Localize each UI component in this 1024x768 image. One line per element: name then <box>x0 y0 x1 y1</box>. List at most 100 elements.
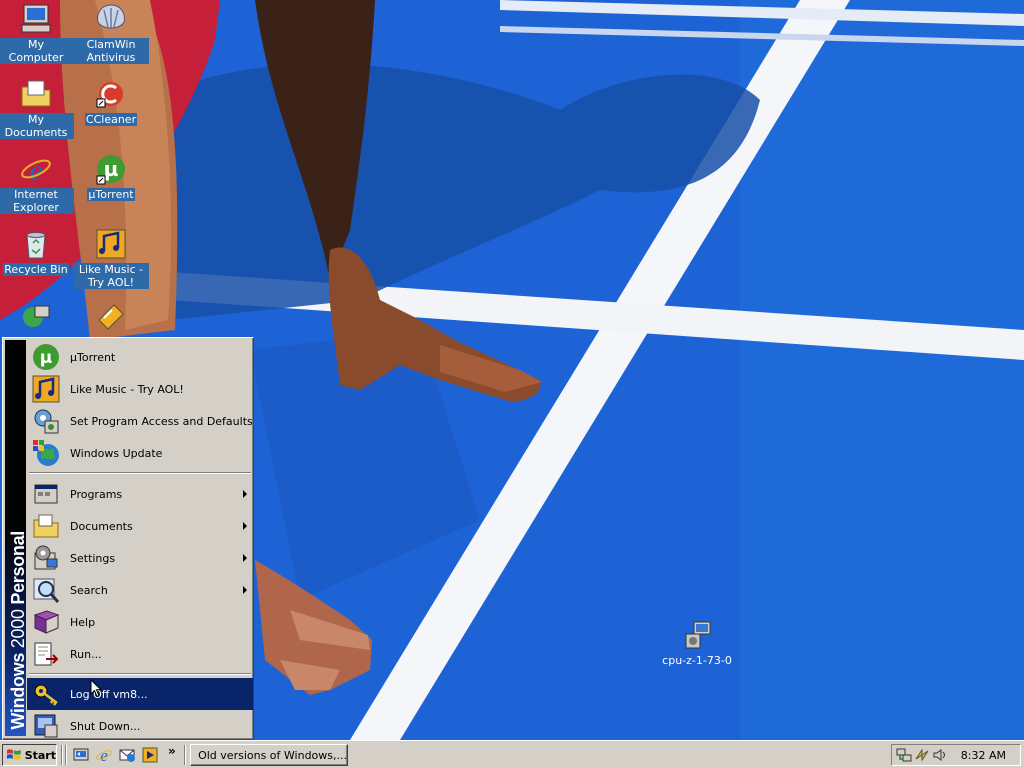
task-button-label: Old versions of Windows,... <box>198 748 347 762</box>
windows-logo-icon <box>6 749 21 760</box>
log-off-key-icon <box>34 684 58 706</box>
desktop-icon-label: Like Music - Try AOL! <box>73 263 149 289</box>
desktop-icon-cpu-z[interactable]: cpu-z-1-73-0 <box>659 618 735 667</box>
my-documents-icon <box>21 80 51 107</box>
svg-text:µ: µ <box>40 348 53 368</box>
start-item-label: Run... <box>70 647 102 661</box>
start-item-documents[interactable]: Documents <box>27 510 253 542</box>
show-desktop-icon[interactable] <box>72 746 90 764</box>
network-places-icon <box>23 305 50 327</box>
aol-music-icon <box>32 375 60 403</box>
internet-explorer-icon[interactable]: e <box>95 746 113 764</box>
my-computer-icon <box>21 4 51 33</box>
svg-text:µ: µ <box>104 157 119 181</box>
taskbar-separator <box>61 745 63 765</box>
start-button[interactable]: Start <box>2 744 57 766</box>
desktop-icon-ccleaner[interactable]: CCleaner <box>73 77 149 126</box>
system-clock[interactable]: 8:32 AM <box>961 749 1006 762</box>
search-icon <box>33 578 60 603</box>
start-item-program-defaults[interactable]: Set Program Access and Defaults <box>27 405 253 437</box>
aol-music-icon <box>96 229 126 259</box>
media-player-icon[interactable] <box>141 746 159 764</box>
banner-version: 2000 <box>8 609 28 649</box>
start-item-windows-update[interactable]: Windows Update <box>27 437 253 469</box>
network-icon[interactable] <box>896 747 912 763</box>
start-item-settings[interactable]: Settings <box>27 542 253 574</box>
desktop-icon-label: Internet Explorer <box>0 188 74 214</box>
desktop-icon-label: ClamWin Antivirus <box>73 38 149 64</box>
internet-explorer-icon: e <box>21 154 51 186</box>
menu-separator <box>29 472 251 474</box>
taskbar: Start e » Old versions of Windows,... 8:… <box>0 740 1024 768</box>
run-icon <box>34 642 59 666</box>
start-menu-banner: Windows 2000 Personal <box>5 340 28 736</box>
start-item-shut-down[interactable]: Shut Down... <box>27 710 253 742</box>
desktop-icon-network[interactable] <box>0 300 74 336</box>
start-item-label: Help <box>70 615 96 629</box>
svg-text:e: e <box>29 154 42 186</box>
start-item-label: Search <box>70 583 108 597</box>
recycle-bin-icon <box>26 232 46 259</box>
task-button-opera[interactable]: Old versions of Windows,... <box>190 744 348 766</box>
start-item-search[interactable]: Search <box>27 574 253 606</box>
taskbar-separator <box>65 745 67 765</box>
start-item-utorrent[interactable]: µ µTorrent <box>27 341 253 373</box>
start-item-label: Documents <box>70 519 133 533</box>
start-item-label: Shut Down... <box>70 719 141 733</box>
shortcut-icon <box>98 304 124 330</box>
desktop-icon-my-computer[interactable]: My Computer <box>0 2 74 64</box>
programs-icon <box>34 484 58 504</box>
desktop-icon-label: My Documents <box>0 113 74 139</box>
desktop-icon-utorrent[interactable]: µ µTorrent <box>73 152 149 201</box>
submenu-arrow-icon <box>243 490 247 498</box>
taskbar-separator <box>184 745 186 765</box>
banner-edition: Personal <box>8 531 28 606</box>
submenu-arrow-icon <box>243 586 247 594</box>
menu-separator <box>29 673 251 675</box>
mouse-cursor-icon <box>90 679 103 698</box>
program-defaults-icon <box>34 409 59 434</box>
settings-icon <box>34 545 58 570</box>
desktop-icon-label: My Computer <box>0 38 74 64</box>
outlook-express-icon[interactable] <box>118 746 136 764</box>
start-item-label: Log Off vm8... <box>70 687 148 701</box>
start-item-aol-music[interactable]: Like Music - Try AOL! <box>27 373 253 405</box>
start-item-label: Set Program Access and Defaults <box>70 414 253 428</box>
desktop-icon-clamwin[interactable]: ClamWin Antivirus <box>73 2 149 64</box>
start-button-label: Start <box>24 748 56 762</box>
help-book-icon <box>33 610 60 634</box>
shut-down-icon <box>34 714 58 738</box>
utorrent-icon: µ <box>96 155 125 185</box>
submenu-arrow-icon <box>243 522 247 530</box>
start-menu: Windows 2000 Personal µ µTorrent Like Mu… <box>2 337 254 740</box>
desktop-icon-hidden-shortcut[interactable] <box>73 300 149 336</box>
start-item-label: Programs <box>70 487 123 501</box>
start-item-help[interactable]: Help <box>27 606 253 638</box>
desktop-icon-internet-explorer[interactable]: e Internet Explorer <box>0 152 74 214</box>
ccleaner-icon <box>96 82 123 108</box>
utorrent-icon: µ <box>33 344 59 370</box>
desktop-icon-my-documents[interactable]: My Documents <box>0 77 74 139</box>
start-item-log-off[interactable]: Log Off vm8... <box>27 678 253 710</box>
start-item-label: Like Music - Try AOL! <box>70 382 184 396</box>
start-item-programs[interactable]: Programs <box>27 478 253 510</box>
desktop-icon-aol-music[interactable]: Like Music - Try AOL! <box>73 227 149 289</box>
start-item-label: µTorrent <box>70 350 116 364</box>
submenu-arrow-icon <box>243 554 247 562</box>
system-tray: 8:32 AM <box>891 744 1021 766</box>
start-item-run[interactable]: Run... <box>27 638 253 670</box>
start-item-label: Windows Update <box>70 446 163 460</box>
clamwin-icon <box>97 4 125 29</box>
windows-update-icon <box>33 440 59 466</box>
documents-folder-icon <box>33 514 59 538</box>
banner-brand: Windows <box>8 653 28 730</box>
installer-icon <box>685 621 711 649</box>
desktop-icon-label: cpu-z-1-73-0 <box>662 654 732 667</box>
power-icon[interactable] <box>914 747 930 763</box>
desktop-icon-label: Recycle Bin <box>3 263 69 276</box>
volume-icon[interactable] <box>932 747 948 763</box>
svg-text:e: e <box>100 746 108 764</box>
quick-launch-overflow[interactable]: » <box>168 744 176 758</box>
start-item-label: Settings <box>70 551 116 565</box>
desktop-icon-recycle-bin[interactable]: Recycle Bin <box>0 227 74 276</box>
